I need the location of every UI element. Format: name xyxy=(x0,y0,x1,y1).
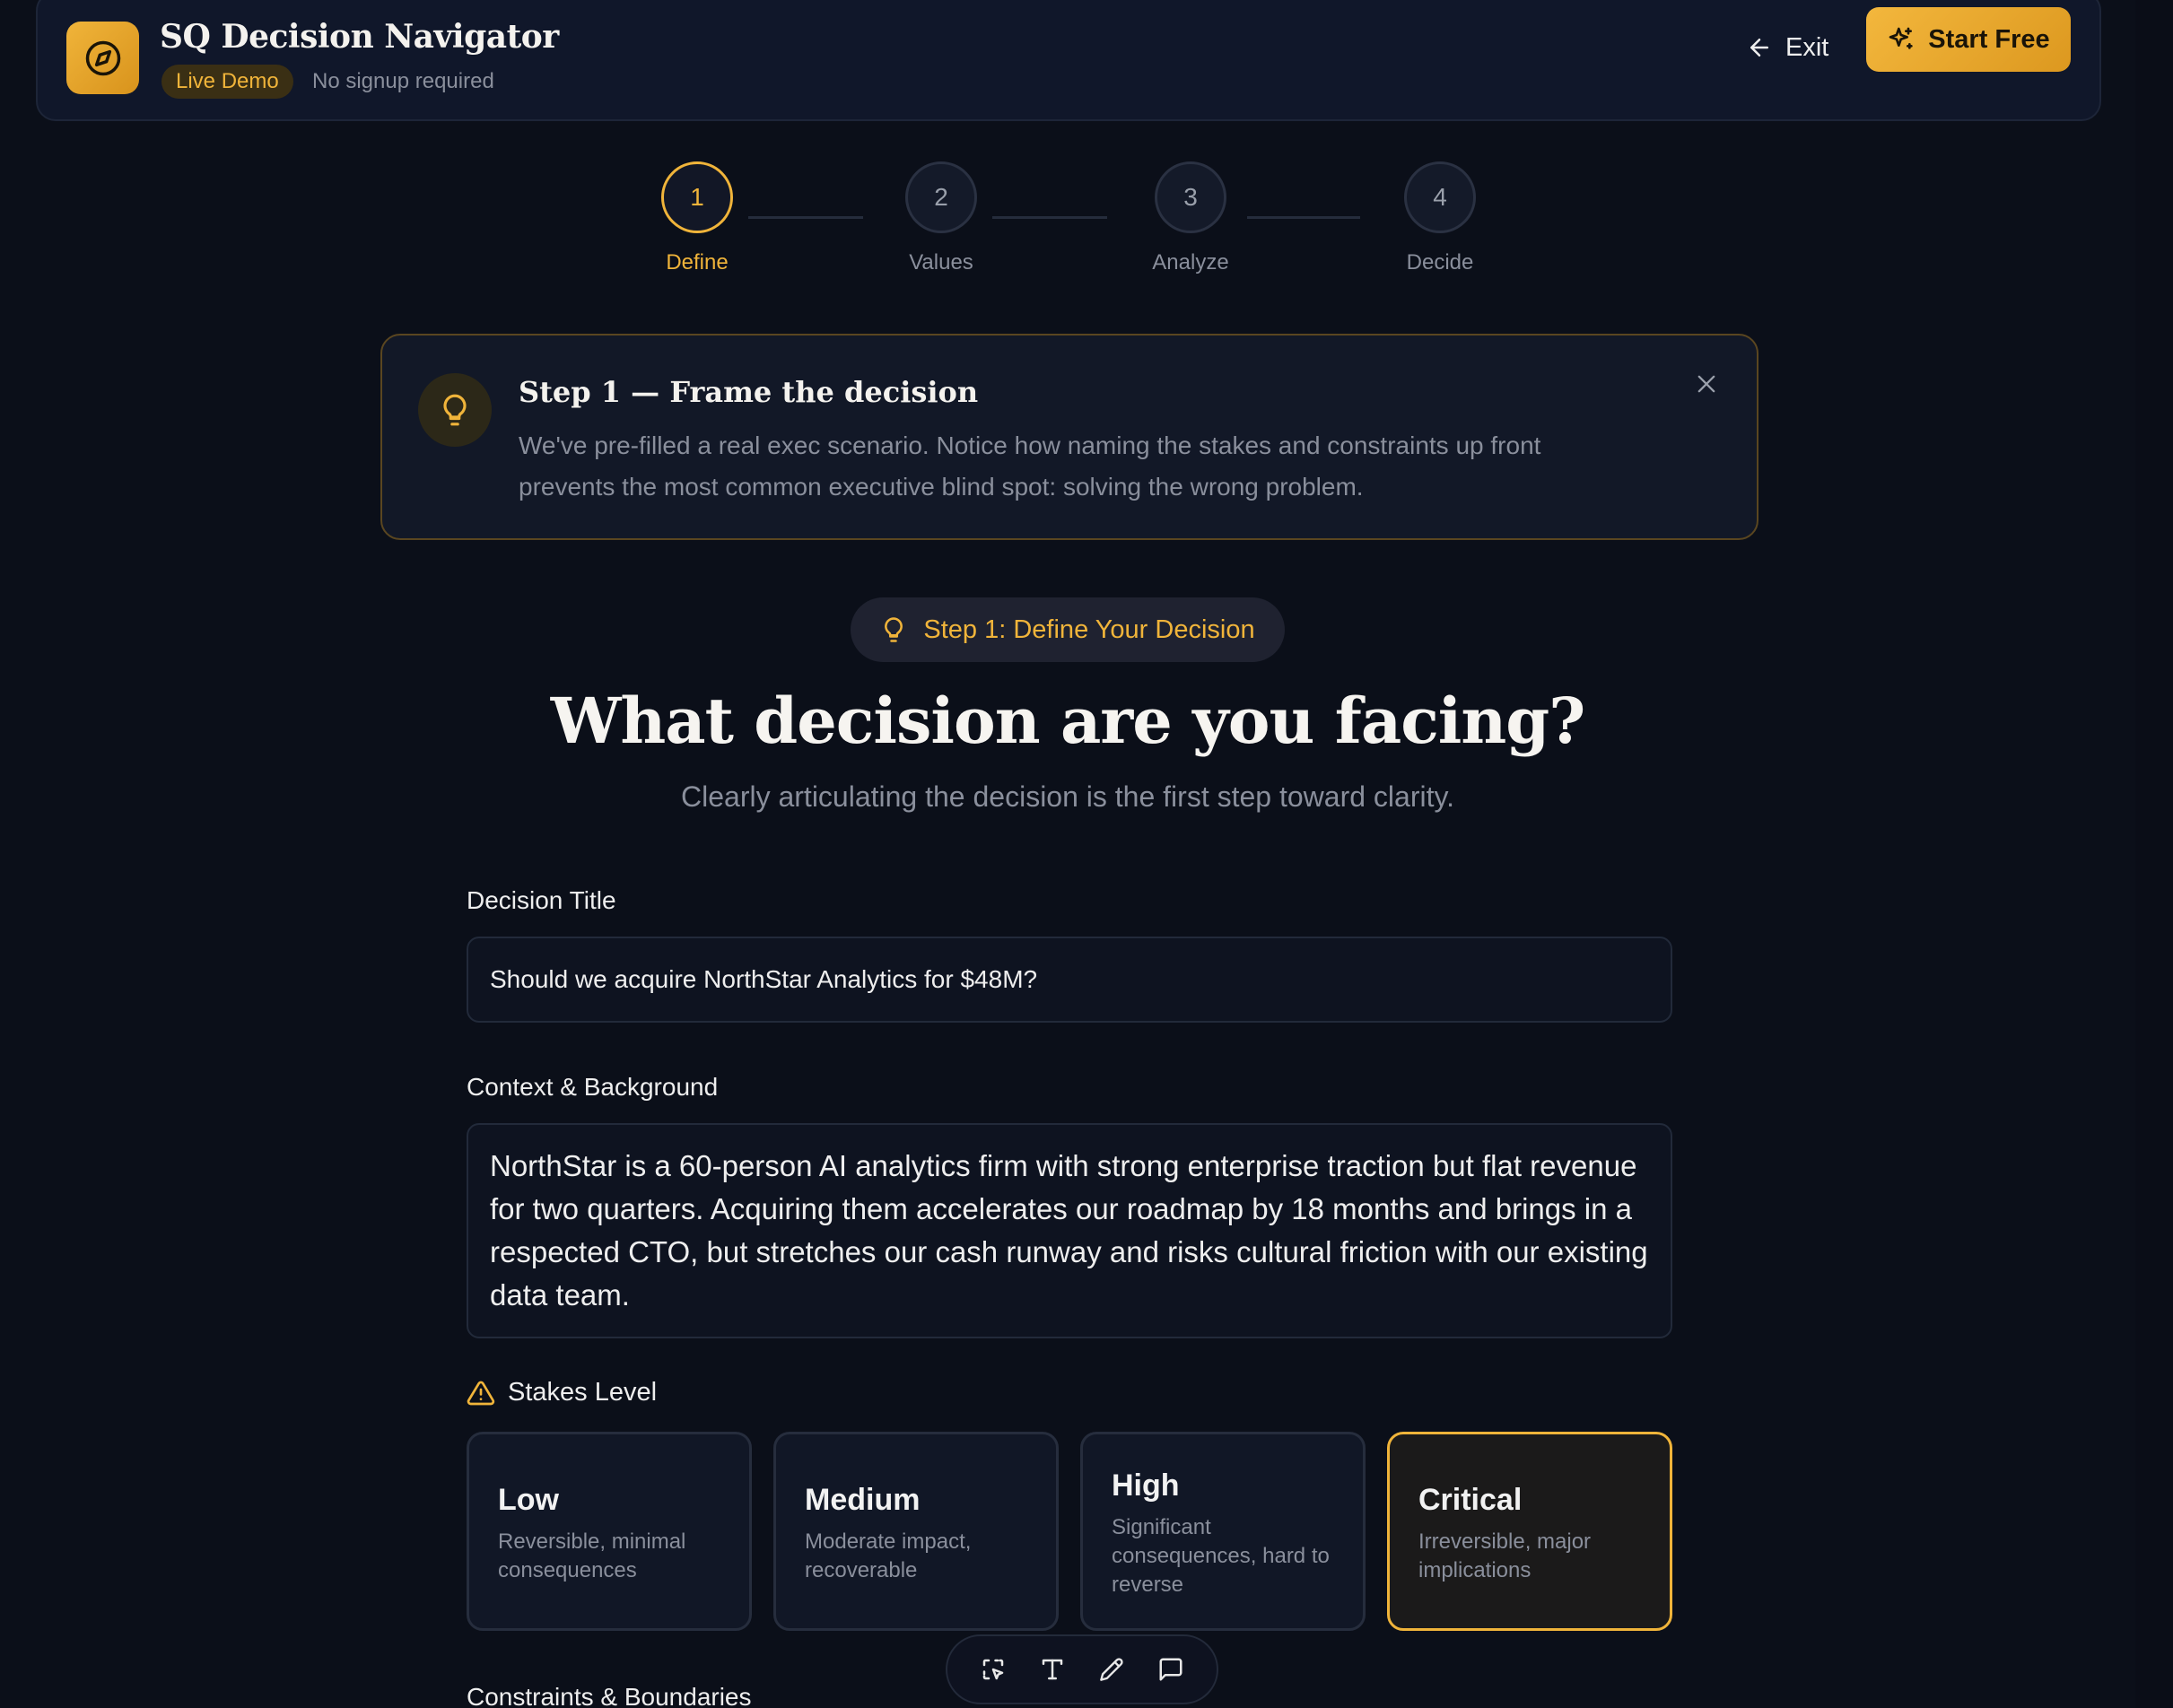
compass-icon xyxy=(66,22,139,94)
arrow-left-icon xyxy=(1750,39,1768,57)
step-3-label: Analyze xyxy=(1152,250,1229,274)
stake-description: Irreversible, major implications xyxy=(1418,1529,1592,1582)
app-title: SQ Decision Navigator xyxy=(160,18,559,56)
exit-label: Exit xyxy=(1785,32,1829,62)
stake-name: Critical xyxy=(1418,1483,1523,1517)
tip-card: Step 1 — Frame the decision We've pre-fi… xyxy=(380,334,1758,540)
step-pill: Step 1: Define Your Decision xyxy=(851,597,1285,662)
warning-icon xyxy=(467,1381,495,1405)
page-scrollbar[interactable] xyxy=(2135,0,2173,1708)
stake-option-medium[interactable]: Medium Moderate impact, recoverable xyxy=(773,1432,1059,1631)
step-1-label: Define xyxy=(666,250,729,274)
step-connector xyxy=(748,216,863,219)
stake-description: Reversible, minimal consequences xyxy=(498,1529,686,1582)
comment-icon[interactable] xyxy=(1148,1647,1193,1692)
stakes-label-text: Stakes Level xyxy=(508,1378,658,1407)
context-label: Context & Background xyxy=(467,1073,719,1101)
no-signup-text: No signup required xyxy=(312,69,494,93)
stake-description: Significant consequences, hard to revers… xyxy=(1112,1515,1330,1597)
lightbulb-icon xyxy=(418,373,492,447)
step-4-circle[interactable]: 4 xyxy=(1404,161,1476,233)
top-header: SQ Decision Navigator Live Demo No signu… xyxy=(36,0,2101,121)
page-subtitle: Clearly articulating the decision is the… xyxy=(681,780,1454,813)
stake-option-high[interactable]: High Significant consequences, hard to r… xyxy=(1080,1432,1366,1631)
step-2-label: Values xyxy=(909,250,973,274)
page-title: What decision are you facing? xyxy=(550,684,1586,758)
step-connector xyxy=(992,216,1107,219)
tip-title: Step 1 — Frame the decision xyxy=(519,375,979,409)
close-icon[interactable] xyxy=(1694,371,1719,401)
step-2-circle[interactable]: 2 xyxy=(905,161,977,233)
context-textarea[interactable]: NorthStar is a 60-person AI analytics fi… xyxy=(467,1123,1672,1338)
step-4-label: Decide xyxy=(1406,250,1474,274)
stakes-label: Stakes Level xyxy=(467,1378,657,1407)
tip-body: We've pre-filled a real exec scenario. N… xyxy=(519,431,1541,501)
pencil-icon[interactable] xyxy=(1089,1647,1134,1692)
text-icon[interactable] xyxy=(1030,1647,1075,1692)
exit-button[interactable]: Exit xyxy=(1746,20,1828,75)
stake-description: Moderate impact, recoverable xyxy=(805,1529,972,1582)
decision-title-label: Decision Title xyxy=(467,886,616,914)
select-icon[interactable] xyxy=(971,1647,1016,1692)
step-pill-label: Step 1: Define Your Decision xyxy=(923,614,1255,644)
sparkles-icon xyxy=(1889,27,1913,49)
stake-option-low[interactable]: Low Reversible, minimal consequences xyxy=(467,1432,752,1631)
start-free-button[interactable]: Start Free xyxy=(1866,7,2071,72)
live-demo-badge: Live Demo xyxy=(161,65,293,99)
step-3-circle[interactable]: 3 xyxy=(1155,161,1226,233)
annotation-toolbar xyxy=(946,1634,1218,1704)
step-1-circle[interactable]: 1 xyxy=(661,161,733,233)
lightbulb-icon xyxy=(885,617,903,642)
stake-name: High xyxy=(1112,1468,1180,1503)
stake-name: Medium xyxy=(805,1483,921,1517)
start-free-label: Start Free xyxy=(1928,24,2050,54)
stake-name: Low xyxy=(498,1483,559,1517)
decision-title-input[interactable]: Should we acquire NorthStar Analytics fo… xyxy=(467,937,1672,1023)
constraints-label: Constraints & Boundaries xyxy=(467,1683,752,1708)
stake-option-critical[interactable]: Critical Irreversible, major implication… xyxy=(1387,1432,1672,1631)
step-connector xyxy=(1247,216,1360,219)
app-root: SQ Decision Navigator Live Demo No signu… xyxy=(0,0,2173,1708)
